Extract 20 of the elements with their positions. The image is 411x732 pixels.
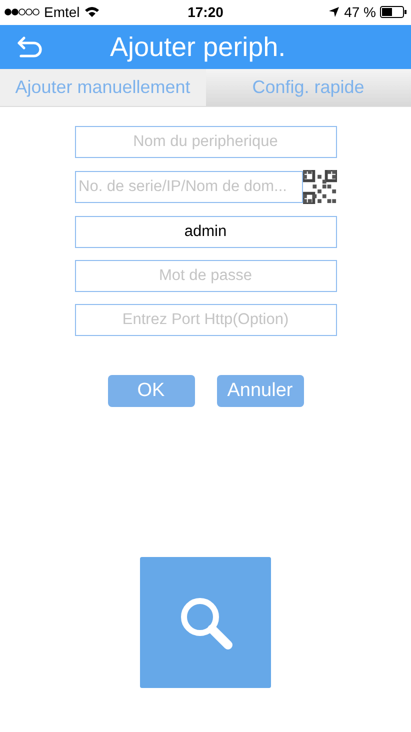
- battery-icon: [380, 6, 407, 18]
- input-field[interactable]: admin: [74, 216, 336, 248]
- location-arrow-icon: [328, 6, 340, 18]
- status-time: 17:20: [188, 2, 224, 22]
- input-field[interactable]: Entrez Port Http(Option): [74, 304, 336, 336]
- tab[interactable]: Config. rapide: [206, 69, 411, 106]
- page-title: Ajouter periph.: [110, 30, 286, 64]
- battery-percent: 47 %: [344, 2, 376, 22]
- wifi-icon: [84, 6, 100, 18]
- search-button[interactable]: [140, 557, 271, 688]
- input-field[interactable]: Mot de passe: [74, 260, 336, 292]
- action-button[interactable]: Annuler: [216, 375, 304, 407]
- signal-icon: [4, 8, 40, 16]
- carrier-name: Emtel: [44, 2, 80, 22]
- action-button[interactable]: OK: [108, 375, 194, 407]
- tab[interactable]: Ajouter manuellement: [0, 69, 206, 106]
- input-field[interactable]: No. de serie/IP/Nom de dom...: [74, 171, 302, 203]
- back-arrow-icon: [16, 36, 44, 58]
- input-field[interactable]: Nom du peripherique: [74, 126, 336, 158]
- qr-code-icon[interactable]: [302, 170, 336, 204]
